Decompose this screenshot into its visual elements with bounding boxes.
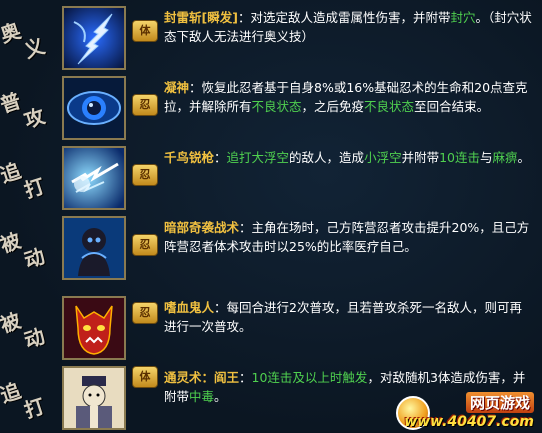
lightning-blade-icon[interactable] [62, 6, 126, 70]
skill-description: 封雷斩[瞬发]：对选定敌人造成雷属性伤害，并附带封穴。（封穴状态下敌人无法进行奥… [164, 8, 534, 46]
ninjutsu-type-badge: 忍 [132, 234, 158, 256]
description-segment: 通灵术：阎王 [164, 370, 240, 385]
taijutsu-type-badge: 体 [132, 366, 158, 388]
enma-summon-icon[interactable] [62, 366, 126, 430]
description-segment: 不良状态 [364, 99, 415, 114]
description-segment: 10连击 [439, 150, 480, 165]
watermark-title: 网页游戏 [465, 392, 534, 413]
ninjutsu-type-badge: 忍 [132, 164, 158, 186]
sharingan-eye-icon[interactable] [62, 76, 126, 140]
skill-category-label: 被动 [0, 308, 47, 353]
ninjutsu-type-badge: 忍 [132, 94, 158, 116]
description-segment: 封雷斩 [164, 10, 202, 25]
description-segment: 嗜血鬼人 [164, 300, 215, 315]
skill-description: 凝神：恢复此忍者基于自身8%或16%基础忍术的生命和20点查克拉，并解除所有不良… [164, 78, 534, 116]
description-segment: 封穴 [450, 10, 476, 25]
description-segment: 不良状态 [251, 99, 302, 114]
chidori-spear-icon[interactable] [62, 146, 126, 210]
description-segment: 并附带 [401, 150, 440, 165]
description-segment: [瞬发] [201, 10, 238, 25]
description-segment: ：每回合进行2次普攻，且若普攻杀死一名敌人，则可再进行一次普攻。 [164, 300, 522, 334]
description-segment: 麻痹 [492, 150, 518, 165]
description-segment: ： [214, 150, 227, 165]
description-segment: 中毒 [189, 389, 215, 404]
skill-row-ougi: 奥义 体 封雷斩[瞬发]：对选定敌人造成雷属性伤害，并附带封穴。（封穴状态下敌人… [0, 2, 542, 70]
skill-row-passive-anbu: 被动 忍 暗部奇袭战术：主角在场时，己方阵营忍者攻击提升20%，且己方阵营忍者体… [0, 212, 542, 280]
site-watermark-logo: 网页游戏 www.40407.com [392, 392, 542, 432]
description-segment: 小浮空 [364, 150, 402, 165]
ninjutsu-type-badge: 体 [132, 20, 158, 42]
demon-face-icon[interactable] [62, 296, 126, 360]
skill-category-label: 追打 [0, 158, 47, 203]
description-segment: 与 [480, 150, 493, 165]
description-segment: 千鸟锐枪 [164, 150, 215, 165]
description-segment: 至回合结束。 [414, 99, 490, 114]
description-segment: 追打大浮空 [226, 150, 290, 165]
description-segment: ，之后免疫 [301, 99, 365, 114]
skill-row-passive-bloodlust: 被动 忍 嗜血鬼人：每回合进行2次普攻，且若普攻杀死一名敌人，则可再进行一次普攻… [0, 292, 542, 360]
description-segment: 10连击及以上时触发 [251, 370, 368, 385]
skill-row-normal-attack: 普攻 忍 凝神：恢复此忍者基于自身8%或16%基础忍术的生命和20点查克拉，并解… [0, 72, 542, 140]
description-segment: 的敌人，造成 [289, 150, 365, 165]
skill-category-label: 追打 [0, 378, 47, 423]
description-segment: 。 [214, 389, 227, 404]
skill-category-label: 普攻 [0, 88, 47, 133]
skill-description: 千鸟锐枪：追打大浮空的敌人，造成小浮空并附带10连击与麻痹。 [164, 148, 534, 167]
skill-description: 嗜血鬼人：每回合进行2次普攻，且若普攻杀死一名敌人，则可再进行一次普攻。 [164, 298, 534, 336]
skill-description: 暗部奇袭战术：主角在场时，己方阵营忍者攻击提升20%，且己方阵营忍者体术攻击时以… [164, 218, 534, 256]
watermark-url: www.40407.com [404, 414, 534, 430]
description-segment: ：对选定敌人造成雷属性伤害，并附带 [237, 10, 451, 25]
ninjutsu-type-badge: 忍 [132, 302, 158, 324]
description-segment: 暗部奇袭战术 [164, 220, 240, 235]
description-segment: ： [239, 370, 252, 385]
anbu-mask-icon[interactable] [62, 216, 126, 280]
skill-category-label: 奥义 [0, 18, 47, 63]
description-segment: 凝神 [164, 80, 190, 95]
skill-row-chase: 追打 忍 千鸟锐枪：追打大浮空的敌人，造成小浮空并附带10连击与麻痹。 [0, 142, 542, 210]
description-segment: 。 [517, 150, 531, 165]
skill-panel: 奥义 体 封雷斩[瞬发]：对选定敌人造成雷属性伤害，并附带封穴。（封穴状态下敌人… [0, 0, 542, 432]
skill-category-label: 被动 [0, 228, 47, 273]
